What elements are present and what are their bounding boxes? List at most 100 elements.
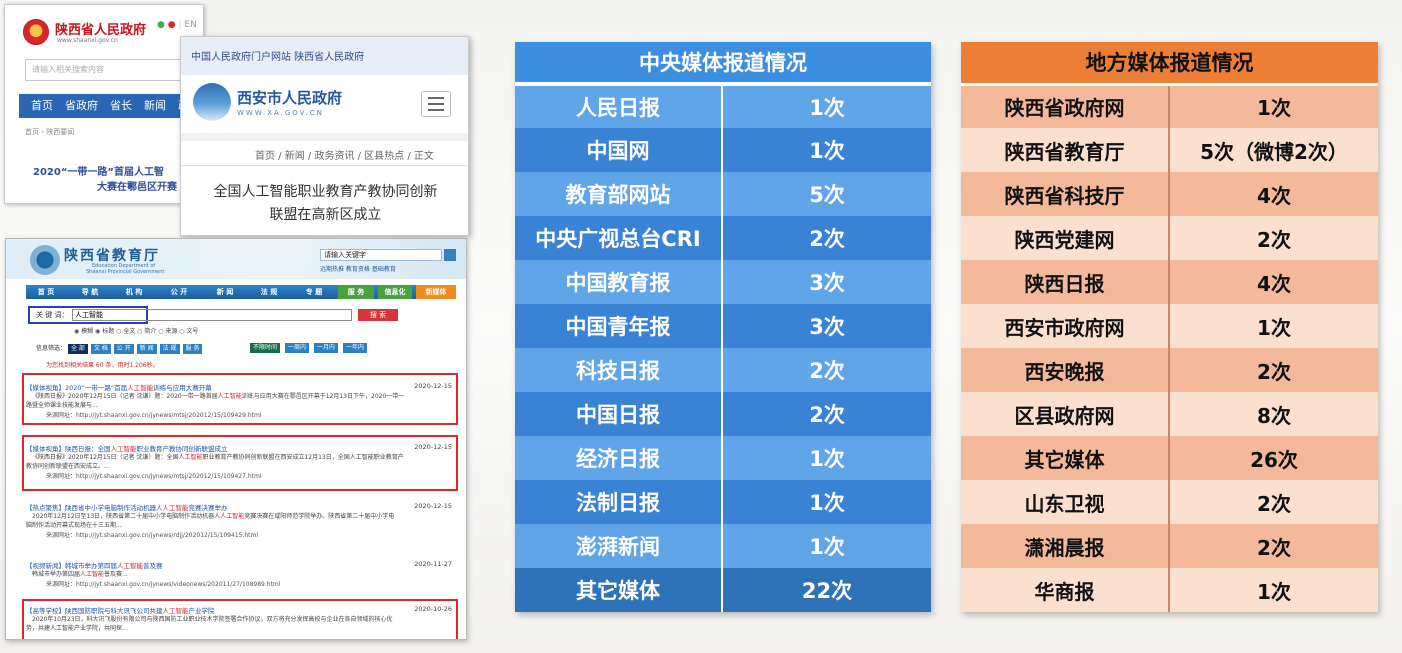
nav-item-news[interactable]: 新闻 (144, 94, 166, 118)
english-link[interactable]: EN (184, 20, 196, 30)
media-name-cell: 中国日报 (515, 392, 723, 436)
media-name-cell: 经济日报 (515, 436, 723, 480)
shaanxi-gov-url: www.shaanxi.gov.cn (57, 37, 118, 44)
result-url[interactable]: 来源网址：http://jyt.shaanxi.gov.cn/jynews/mt… (26, 410, 456, 419)
media-name-cell: 教育部网站 (515, 172, 723, 216)
edu-nav-public[interactable]: 公 开 (158, 285, 200, 299)
table-row: 陕西省科技厅 4次 (961, 172, 1378, 216)
media-name-cell: 潇湘晨报 (961, 524, 1170, 568)
result-title[interactable]: 【媒体视角】陕西日报：全国人工智能职业教育产教协同创新联盟成立 (26, 443, 456, 453)
filter-law[interactable]: 法 规 (159, 344, 180, 354)
report-count-cell: 1次 (1257, 579, 1291, 604)
report-count-cell: 8次 (1257, 403, 1291, 428)
media-name-cell: 陕西省科技厅 (961, 172, 1170, 216)
table-row: 陕西省教育厅 5次（微博2次） (961, 128, 1378, 172)
report-count-cell: 1次 (1257, 96, 1291, 121)
social-icons[interactable]: ● ● | EN (157, 20, 197, 30)
xian-breadcrumb[interactable]: 首页 / 新闻 / 政务资讯 / 区县热点 / 正文 (255, 147, 434, 162)
xian-top-links[interactable]: 中国人民政府门户网站 陕西省人民政府 (181, 37, 468, 75)
media-name-cell: 西安晚报 (961, 348, 1170, 392)
report-count-cell: 2次 (809, 403, 845, 427)
report-count-cell: 3次 (809, 271, 845, 295)
media-name-cell: 人民日报 (515, 84, 723, 128)
list-item[interactable]: 【媒体视角】陕西日报：全国人工智能职业教育产教协同创新联盟成立 2020-12-… (26, 443, 456, 480)
result-date: 2020-10-26 (414, 605, 452, 613)
shaanxi-gov-screenshot: 陕西省人民政府 www.shaanxi.gov.cn ● ● | EN 请输入相… (4, 4, 204, 204)
table-row: 陕西省政府网 1次 (961, 84, 1378, 128)
edu-search-input[interactable]: 请输入关键字 (320, 249, 442, 261)
xian-gov-url: WWW.XA.GOV.CN (237, 109, 324, 117)
edu-en-title-2: Shaanxi Provincial Government (86, 269, 165, 275)
result-title[interactable]: 【热点聚焦】陕西省中小学电脑制作活动机器人人工智能竞赛决赛举办 (26, 502, 456, 512)
media-name-cell: 西安市政府网 (961, 304, 1170, 348)
edu-nav-newmedia[interactable]: 新媒体 (416, 285, 456, 299)
edu-nav-it[interactable]: 信息化 (378, 285, 412, 299)
result-url[interactable]: 来源网址：http://jyt.shaanxi.gov.cn/jynews/mt… (26, 471, 456, 480)
xian-logo-icon (193, 83, 231, 121)
search-button[interactable]: 搜 索 (358, 309, 398, 321)
weibo-icon[interactable]: ● (168, 20, 176, 30)
media-name-cell: 其它媒体 (961, 436, 1170, 480)
list-item[interactable]: 【高等学校】陕西国防职院与科大讯飞公司共建人工智能产业学院 2020-10-26… (26, 605, 456, 633)
keyword-label: 关 键 词： (36, 311, 69, 319)
report-count-cell: 1次 (809, 139, 845, 163)
edu-nav-topic[interactable]: 专 题 (294, 285, 334, 299)
menu-icon[interactable] (421, 91, 451, 117)
filter-public[interactable]: 公 开 (113, 344, 134, 354)
media-name-cell: 陕西日报 (961, 260, 1170, 304)
filter-all[interactable]: 全 部 (67, 344, 88, 354)
result-title[interactable]: 【视频新闻】韩城市举办第四届人工智能普及赛 (26, 560, 456, 570)
table-row: 华商报 1次 (961, 568, 1378, 612)
nav-item-home[interactable]: 首页 (31, 94, 53, 118)
filter-doc[interactable]: 文 档 (90, 344, 111, 354)
nav-item-gov[interactable]: 省政府 (65, 94, 98, 118)
list-item[interactable]: 【视频新闻】韩城市举办第四届人工智能普及赛 2020-11-27 韩城市举办第四… (26, 560, 456, 588)
edu-nav-news[interactable]: 新 闻 (204, 285, 246, 299)
list-item[interactable]: 【媒体视角】2020“一带一路”首届人工智能训练与应用大赛开幕 2020-12-… (26, 382, 456, 419)
edu-nav-law[interactable]: 法 规 (248, 285, 290, 299)
filter-service[interactable]: 服 务 (182, 344, 203, 354)
search-icon[interactable] (444, 249, 456, 261)
search-scope-radios[interactable]: ◉ 模糊 ◉ 标题 ○ 全文 ○ 简介 ○ 来源 ○ 文号 (74, 326, 198, 335)
report-count-cell: 4次 (1257, 183, 1291, 208)
result-title[interactable]: 【媒体视角】2020“一带一路”首届人工智能训练与应用大赛开幕 (26, 382, 456, 392)
time-filter-year[interactable]: 一年内 (342, 343, 367, 353)
table-row: 经济日报 1次 (515, 436, 931, 480)
time-filter-month[interactable]: 一月内 (313, 343, 338, 353)
central-media-title: 中央媒体报道情况 (515, 42, 931, 86)
national-emblem-icon (23, 19, 49, 45)
table-row: 人民日报 1次 (515, 84, 931, 128)
edu-nav-org[interactable]: 机 构 (114, 285, 154, 299)
media-name-cell: 其它媒体 (515, 568, 723, 612)
table-row: 中央广视总台CRI 2次 (515, 216, 931, 260)
edu-nav-service[interactable]: 服 务 (338, 285, 374, 299)
wechat-icon[interactable]: ● (157, 20, 165, 30)
keyword-input[interactable]: 人工智能 (72, 309, 352, 321)
result-title[interactable]: 【高等学校】陕西国防职院与科大讯飞公司共建人工智能产业学院 (26, 605, 456, 615)
media-name-cell: 中国网 (515, 128, 723, 172)
xian-headline-2: 联盟在高新区成立 (269, 207, 382, 223)
headline-line-2[interactable]: 大赛在鄠邑区开赛 (97, 180, 177, 195)
edu-nav-guide[interactable]: 导 航 (70, 285, 110, 299)
table-row: 区县政府网 8次 (961, 392, 1378, 436)
result-url[interactable]: 来源网址：http://jyt.shaanxi.gov.cn/jynews/rd… (26, 530, 456, 539)
table-row: 中国青年报 3次 (515, 304, 931, 348)
media-name-cell: 陕西省政府网 (961, 84, 1170, 128)
result-date: 2020-12-15 (414, 382, 452, 390)
headline-line-1[interactable]: 2020“一带一路”首届人工智 (33, 165, 164, 180)
edu-quick-links[interactable]: 远期热推 教育资格 基础教育 (320, 264, 396, 273)
divider (181, 133, 468, 141)
list-item[interactable]: 【热点聚焦】陕西省中小学电脑制作活动机器人人工智能竞赛决赛举办 2020-12-… (26, 502, 456, 539)
filter-news[interactable]: 新 闻 (136, 344, 157, 354)
breadcrumb[interactable]: 首页 › 陕西要闻 (25, 127, 74, 137)
report-count-cell: 2次 (809, 359, 845, 383)
edu-nav-home[interactable]: 首 页 (26, 285, 66, 299)
shaanxi-search-input[interactable]: 请输入相关搜索内容 (25, 59, 185, 81)
time-filter-week[interactable]: 一周内 (284, 343, 309, 353)
result-date: 2020-12-15 (414, 502, 452, 510)
xian-gov-title: 西安市人民政府 (237, 89, 343, 107)
time-filter-any[interactable]: 不限时间 (250, 343, 281, 353)
result-url[interactable]: 来源网址：http://jyt.shaanxi.gov.cn/jynews/vi… (26, 579, 456, 588)
nav-item-governor[interactable]: 省长 (110, 94, 132, 118)
shaanxi-gov-title: 陕西省人民政府 (55, 23, 147, 38)
